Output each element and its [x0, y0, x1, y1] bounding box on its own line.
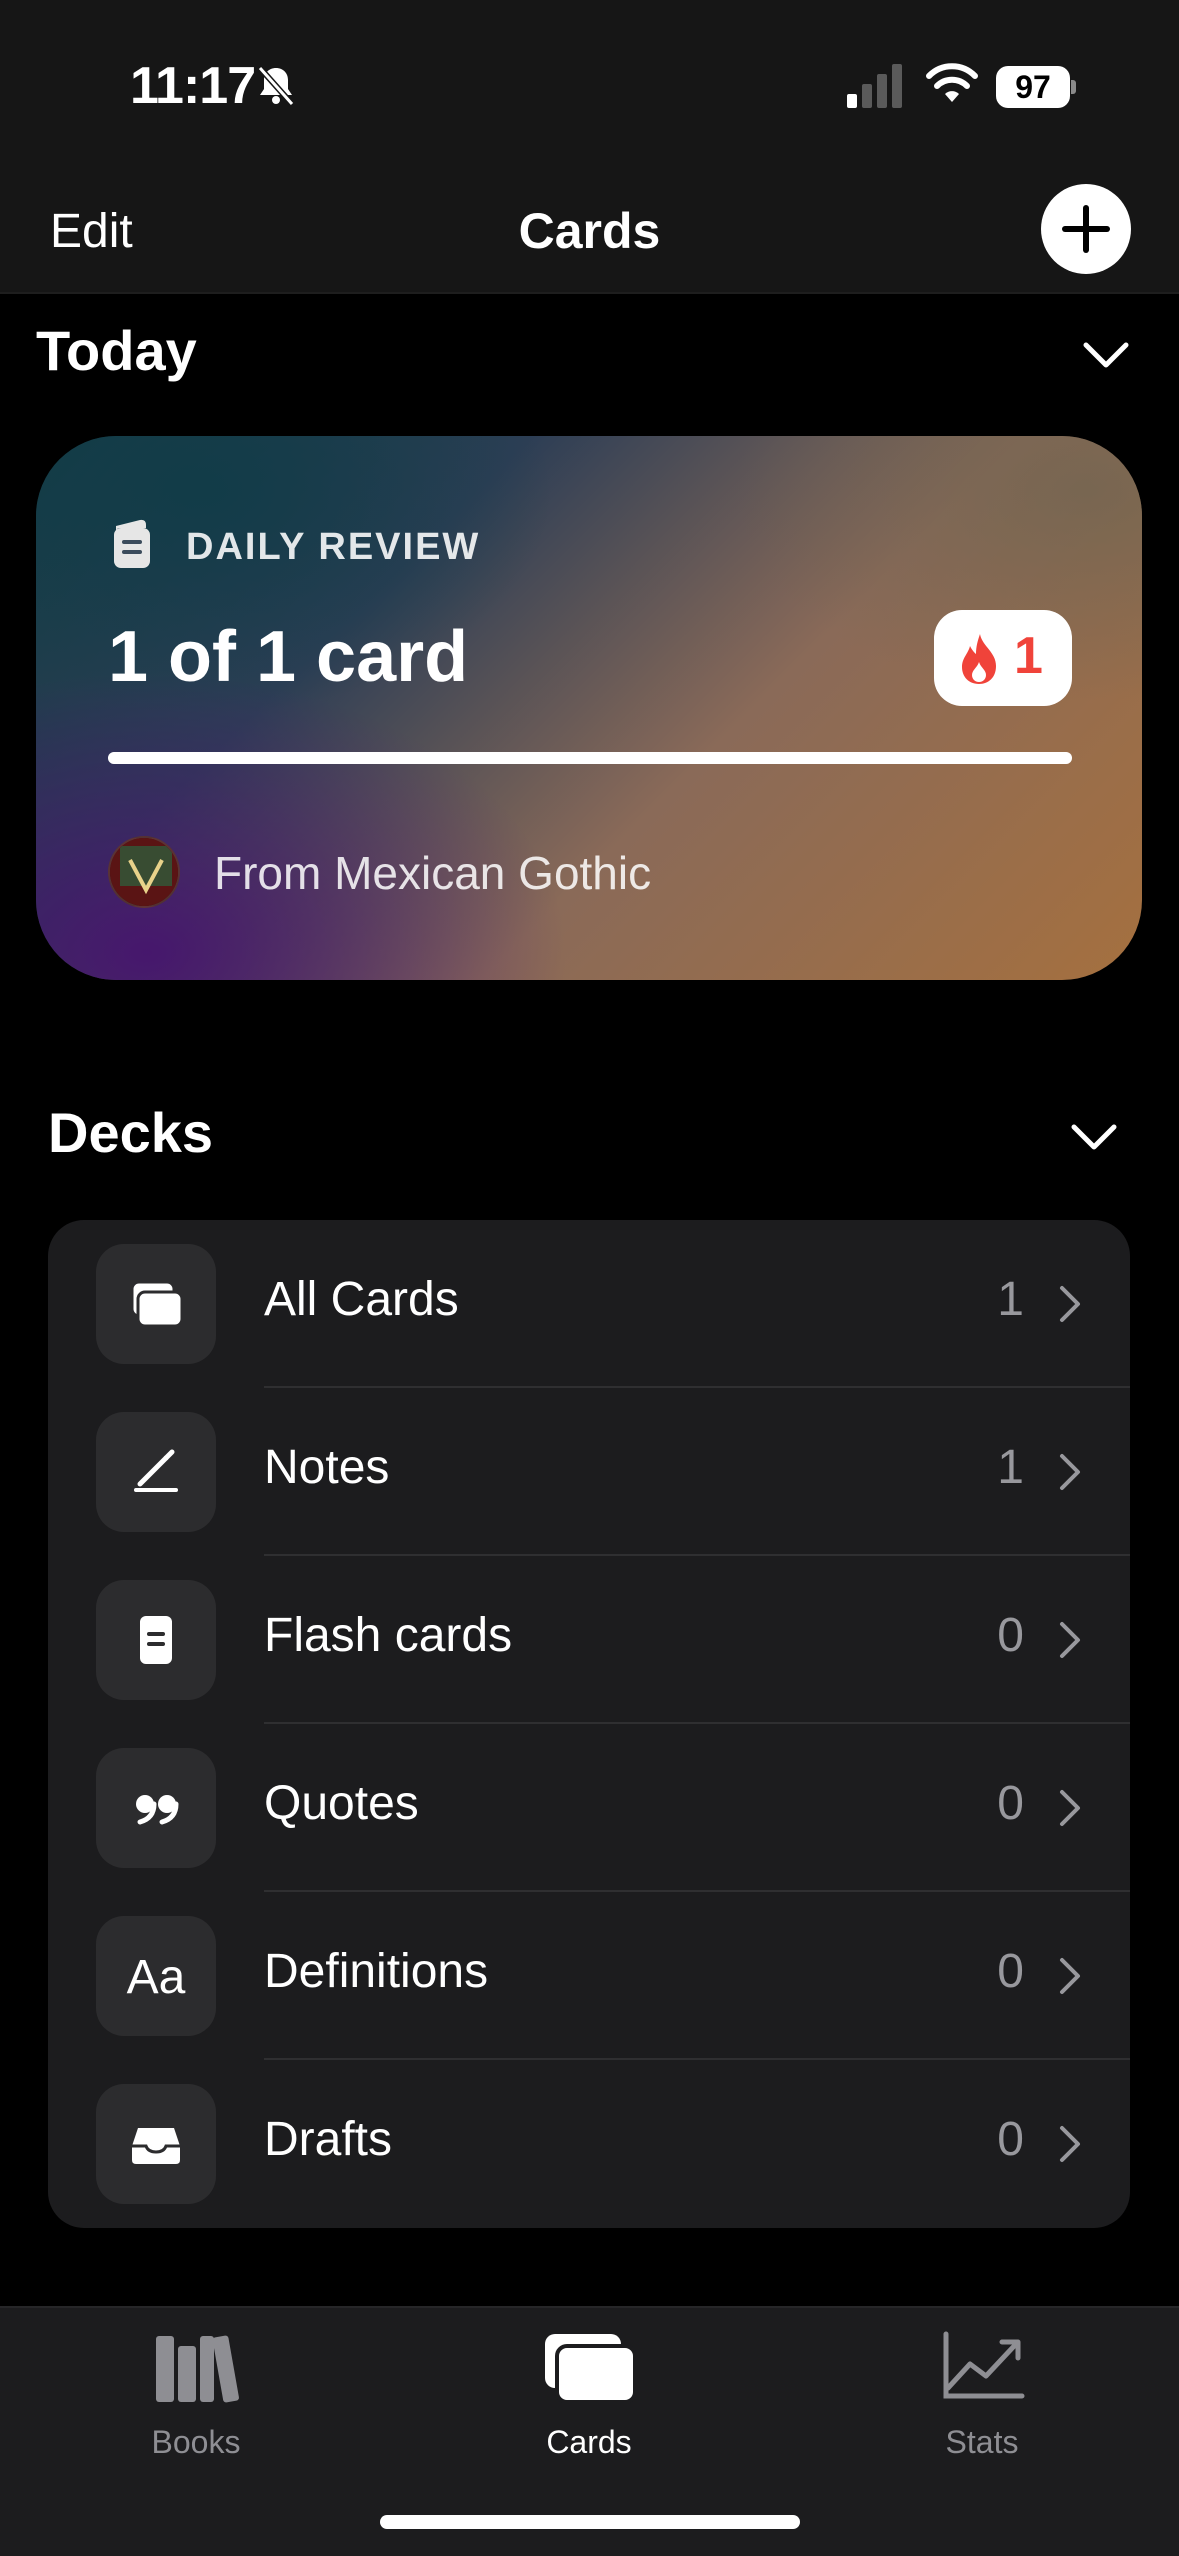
quote-icon [136, 1795, 179, 1825]
deck-count: 1 [997, 1273, 1024, 1326]
chevron-down-icon[interactable] [1070, 1122, 1118, 1152]
status-bar: 11:17 97 [0, 0, 1179, 170]
review-source-text: From Mexican Gothic [214, 847, 652, 899]
deck-row-all-cards[interactable]: All Cards 1 [48, 1220, 1130, 1388]
deck-count: 0 [997, 1777, 1024, 1830]
deck-label: Flash cards [264, 1609, 513, 1662]
streak-badge: 1 [934, 610, 1072, 706]
bell-slash-icon [257, 66, 295, 106]
cards-icon [545, 2334, 637, 2404]
deck-row-quotes[interactable]: Quotes 0 [48, 1724, 1130, 1892]
navigation-bar: Edit Cards [0, 170, 1179, 294]
deck-label: Notes [264, 1441, 390, 1494]
deck-count: 0 [997, 2113, 1024, 2166]
deck-count: 1 [997, 1441, 1024, 1494]
book-cover-thumbnail [108, 836, 180, 908]
plus-icon [1062, 205, 1110, 253]
books-icon [156, 2335, 239, 2403]
aa-icon: Aa [126, 1951, 186, 2004]
streak-count: 1 [1014, 627, 1043, 685]
deck-icon-container [96, 1580, 216, 1700]
deck-icon-container [96, 2084, 216, 2204]
chevron-right-icon [1060, 1622, 1080, 1658]
review-progress-bar [108, 752, 1072, 764]
deck-icon-container: Aa [96, 1916, 216, 2036]
wifi-icon [926, 63, 978, 102]
flame-icon [962, 634, 996, 684]
deck-label: Definitions [264, 1945, 489, 1998]
chart-icon [943, 2331, 1025, 2399]
tray-icon [132, 2128, 180, 2164]
deck-icon-container [96, 1412, 216, 1532]
deck-icon-container [96, 1748, 216, 1868]
deck-count: 0 [997, 1945, 1024, 1998]
today-section-title: Today [36, 319, 197, 382]
battery-tip [1071, 80, 1076, 94]
chevron-right-icon [1060, 1454, 1080, 1490]
review-card-count: 1 of 1 card [108, 617, 469, 697]
decks-section-title: Decks [48, 1101, 214, 1164]
chevron-down-icon[interactable] [1082, 340, 1130, 370]
page-title: Cards [518, 203, 661, 259]
pencil-icon [134, 1449, 178, 1492]
review-progress-fill [108, 752, 1072, 764]
chevron-right-icon [1060, 2126, 1080, 2162]
deck-row-definitions[interactable]: Aa Definitions 0 [48, 1892, 1130, 2060]
deck-row-flash-cards[interactable]: Flash cards 0 [48, 1556, 1130, 1724]
status-time: 11:17 [130, 57, 256, 115]
daily-review-label: DAILY REVIEW [186, 526, 481, 568]
home-indicator [380, 2515, 800, 2529]
tab-label: Cards [546, 2424, 632, 2460]
tab-books[interactable]: Books [96, 2326, 296, 2466]
cellular-signal-icon [847, 64, 902, 108]
cards-stack-icon [130, 1280, 184, 1328]
battery-indicator: 97 [996, 66, 1076, 108]
daily-review-icon [114, 519, 150, 568]
tab-label: Books [151, 2424, 241, 2460]
chevron-right-icon [1060, 1958, 1080, 1994]
deck-label: Drafts [264, 2113, 393, 2166]
decks-list: All Cards 1 Notes 1 Flash cards 0 Quotes… [48, 1220, 1130, 2228]
book-cover-art [110, 838, 178, 906]
deck-label: Quotes [264, 1777, 419, 1830]
tab-label: Stats [945, 2424, 1019, 2460]
add-button[interactable] [1041, 184, 1131, 274]
flashcard-icon [140, 1616, 172, 1664]
deck-row-drafts[interactable]: Drafts 0 [48, 2060, 1130, 2228]
deck-label: All Cards [264, 1273, 459, 1326]
deck-icon-container [96, 1244, 216, 1364]
deck-count: 0 [997, 1609, 1024, 1662]
daily-review-card[interactable]: DAILY REVIEW 1 of 1 card 1 From Mexican … [36, 436, 1142, 980]
deck-row-notes[interactable]: Notes 1 [48, 1388, 1130, 1556]
battery-level: 97 [996, 66, 1070, 108]
tab-stats[interactable]: Stats [882, 2326, 1082, 2466]
chevron-right-icon [1060, 1286, 1080, 1322]
tab-cards[interactable]: Cards [489, 2326, 689, 2466]
chevron-right-icon [1060, 1790, 1080, 1826]
